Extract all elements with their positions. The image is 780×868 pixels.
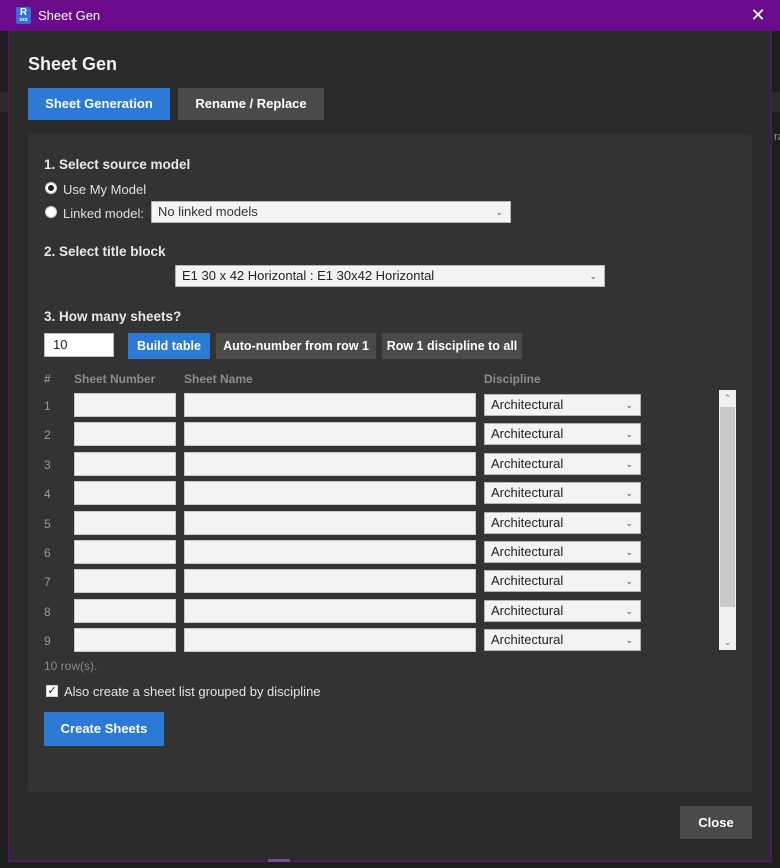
column-header-discipline: Discipline <box>484 372 541 386</box>
background-window-edge-right <box>772 92 780 112</box>
chevron-down-icon: ⌄ <box>625 517 633 528</box>
source-model-heading: 1. Select source model <box>44 157 191 172</box>
taskbar-indicator <box>268 859 290 862</box>
scroll-up-icon[interactable]: ⌃ <box>719 390 736 406</box>
discipline-value: Architectural <box>491 573 564 589</box>
row-number: 4 <box>44 487 51 502</box>
title-block-select[interactable]: E1 30 x 42 Horizontal : E1 30x42 Horizon… <box>175 265 605 287</box>
use-my-model-radio[interactable] <box>45 182 57 194</box>
discipline-select[interactable]: Architectural ⌄ <box>484 511 641 534</box>
chevron-down-icon: ⌄ <box>589 271 597 281</box>
row-count-status: 10 row(s). <box>44 659 98 673</box>
chevron-down-icon: ⌄ <box>625 635 633 646</box>
column-header-number: # <box>44 372 51 386</box>
discipline-value: Architectural <box>491 426 564 442</box>
linked-model-select[interactable]: No linked models ⌄ <box>151 201 511 223</box>
background-window-text: ra <box>774 131 780 143</box>
row-number: 5 <box>44 516 51 531</box>
sheet-name-input[interactable] <box>184 598 476 623</box>
column-header-sheet-name: Sheet Name <box>184 372 253 386</box>
page-title: Sheet Gen <box>28 54 118 74</box>
use-my-model-label[interactable]: Use My Model <box>63 182 146 197</box>
chevron-down-icon: ⌄ <box>625 547 633 557</box>
discipline-value: Architectural <box>491 544 564 559</box>
row-number: 8 <box>44 604 51 619</box>
discipline-select[interactable]: Architectural ⌄ <box>484 629 641 652</box>
sheet-name-input[interactable] <box>184 451 476 476</box>
chevron-down-icon: ⌄ <box>495 207 503 217</box>
sheet-count-input[interactable]: 10 <box>44 333 114 357</box>
row-number: 7 <box>44 575 51 590</box>
discipline-select[interactable]: Architectural ⌄ <box>484 423 641 446</box>
discipline-select[interactable]: Architectural ⌄ <box>484 599 641 622</box>
sheet-number-input[interactable] <box>74 422 176 447</box>
row-number: 9 <box>44 634 51 649</box>
revit-app-icon: R xxx <box>16 7 31 24</box>
sheet-number-input[interactable] <box>74 451 176 476</box>
linked-model-label[interactable]: Linked model: <box>63 206 144 221</box>
title-bar[interactable]: R xxx Sheet Gen ✕ <box>0 0 780 31</box>
sheet-name-input[interactable] <box>184 569 476 594</box>
sheet-name-input[interactable] <box>184 422 476 447</box>
scroll-down-icon[interactable]: ⌄ <box>719 634 736 650</box>
chevron-down-icon: ⌄ <box>625 458 633 469</box>
discipline-select[interactable]: Architectural ⌄ <box>484 394 641 416</box>
sheet-number-input[interactable] <box>74 628 176 653</box>
row-number: 3 <box>44 457 51 472</box>
window-title: Sheet Gen <box>38 8 101 23</box>
tab-sheet-generation[interactable]: Sheet Generation <box>28 88 170 120</box>
discipline-value: Architectural <box>491 455 564 471</box>
sheet-number-input[interactable] <box>74 569 176 594</box>
background-window-edge-left <box>0 92 8 112</box>
sheet-name-input[interactable] <box>184 510 476 535</box>
scroll-thumb[interactable] <box>720 407 735 607</box>
checkmark-icon: ✓ <box>47 685 57 697</box>
sheet-number-input[interactable] <box>74 540 176 564</box>
discipline-select[interactable]: Architectural ⌄ <box>484 541 641 563</box>
discipline-select[interactable]: Architectural ⌄ <box>484 570 641 593</box>
create-sheets-button[interactable]: Create Sheets <box>44 712 164 746</box>
tab-rename-replace[interactable]: Rename / Replace <box>178 88 324 120</box>
row-number: 1 <box>44 399 51 413</box>
title-block-value: E1 30 x 42 Horizontal : E1 30x42 Horizon… <box>182 268 435 283</box>
chevron-down-icon: ⌄ <box>625 605 633 616</box>
chevron-down-icon: ⌄ <box>625 576 633 587</box>
sheet-list-label[interactable]: Also create a sheet list grouped by disc… <box>64 684 321 699</box>
build-table-button[interactable]: Build table <box>128 333 210 359</box>
auto-number-button[interactable]: Auto-number from row 1 <box>216 333 376 359</box>
discipline-value: Architectural <box>491 632 564 648</box>
row-number: 2 <box>44 428 51 443</box>
sheet-number-input[interactable] <box>74 598 176 623</box>
discipline-to-all-button[interactable]: Row 1 discipline to all <box>382 333 522 359</box>
discipline-select[interactable]: Architectural ⌄ <box>484 452 641 475</box>
sheet-count-heading: 3. How many sheets? <box>44 309 182 324</box>
discipline-value: Architectural <box>491 397 564 412</box>
chevron-down-icon: ⌄ <box>625 400 633 410</box>
discipline-value: Architectural <box>491 514 564 530</box>
sheet-name-input[interactable] <box>184 628 476 653</box>
sheet-name-input[interactable] <box>184 481 476 506</box>
discipline-value: Architectural <box>491 602 564 618</box>
column-header-sheet-number: Sheet Number <box>74 372 156 386</box>
chevron-down-icon: ⌄ <box>625 429 633 440</box>
row-number: 6 <box>44 546 51 560</box>
discipline-select[interactable]: Architectural ⌄ <box>484 482 641 505</box>
sheet-number-input[interactable] <box>74 393 176 417</box>
sheet-number-input[interactable] <box>74 510 176 535</box>
title-block-heading: 2. Select title block <box>44 244 166 259</box>
table-scrollbar[interactable]: ⌃ ⌄ <box>719 390 736 650</box>
sheet-number-input[interactable] <box>74 481 176 506</box>
sheet-name-input[interactable] <box>184 393 476 417</box>
linked-model-value: No linked models <box>158 204 258 219</box>
chevron-down-icon: ⌄ <box>625 488 633 499</box>
close-icon[interactable]: ✕ <box>748 5 768 25</box>
sheet-list-checkbox[interactable]: ✓ <box>46 685 58 697</box>
app-icon-sub: xxx <box>19 17 28 23</box>
sheet-name-input[interactable] <box>184 540 476 564</box>
linked-model-radio[interactable] <box>45 206 57 218</box>
close-button[interactable]: Close <box>680 806 752 839</box>
discipline-value: Architectural <box>491 485 564 501</box>
